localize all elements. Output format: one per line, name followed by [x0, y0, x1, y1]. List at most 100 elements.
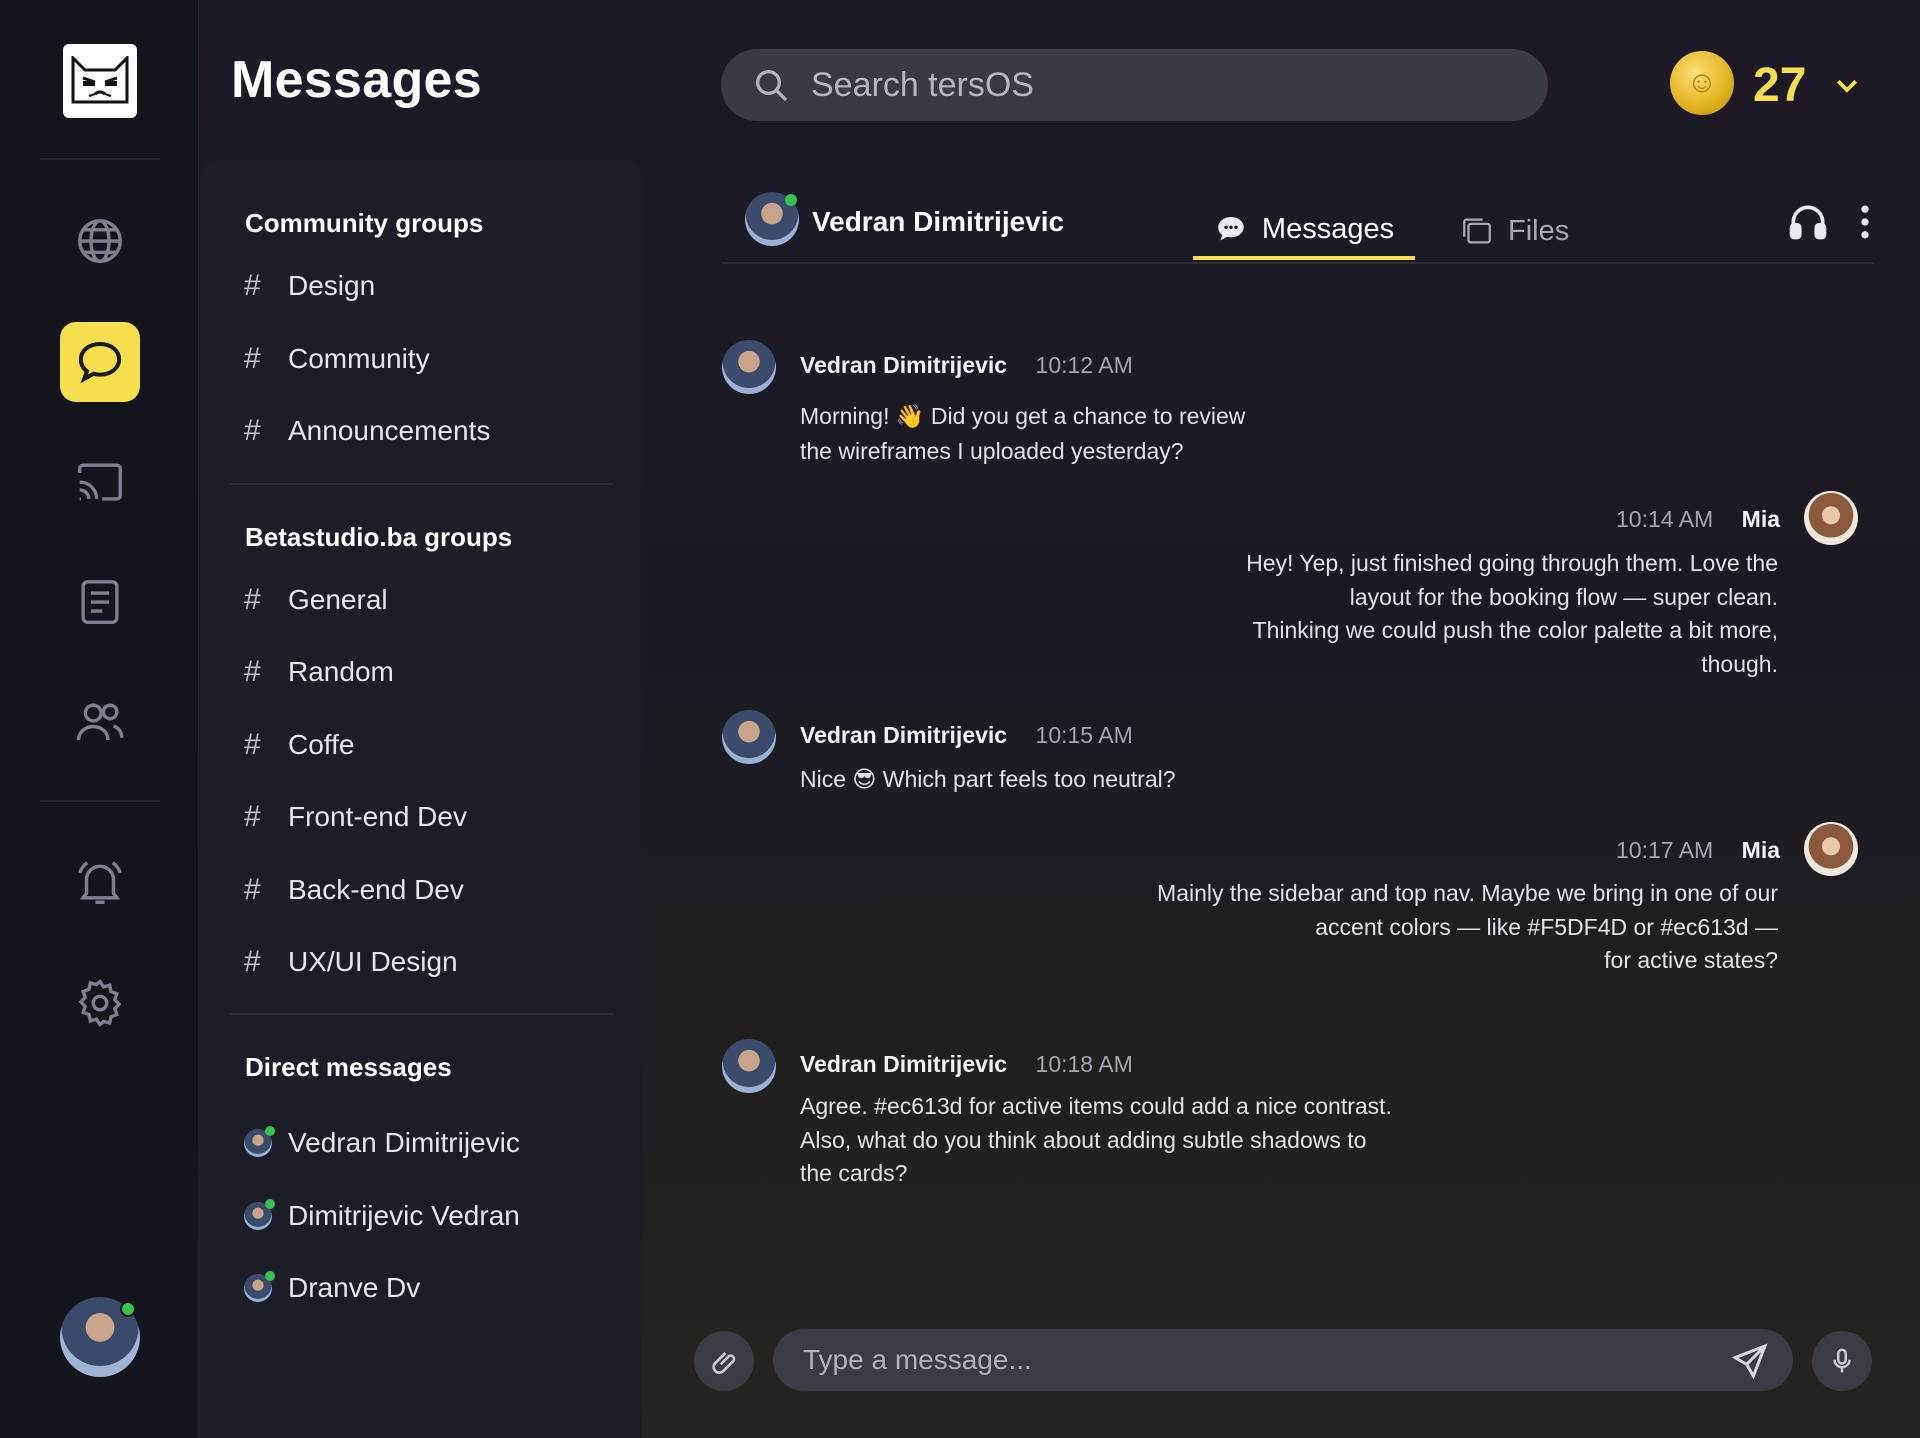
chat-header: Vedran Dimitrijevic Messages Files [722, 192, 1874, 264]
channel-item[interactable]: # Random [244, 647, 394, 697]
message-time: 10:15 AM [1035, 722, 1133, 748]
dm-item[interactable]: Dranve Dv [244, 1263, 420, 1313]
dm-label: Dimitrijevic Vedran [288, 1200, 520, 1231]
search-input[interactable] [811, 65, 1491, 105]
hash-icon: # [244, 269, 261, 302]
cast-icon [78, 463, 122, 501]
avatar [722, 340, 776, 394]
people-nav-button[interactable] [60, 682, 140, 762]
cast-nav-button[interactable] [60, 442, 140, 522]
hash-icon: # [244, 583, 261, 616]
channel-item[interactable]: # Coffe [244, 720, 354, 770]
channel-item[interactable]: # Announcements [244, 406, 490, 456]
send-icon[interactable] [1730, 1341, 1770, 1381]
chevron-down-icon[interactable] [1832, 70, 1862, 100]
dm-label: Vedran Dimitrijevic [288, 1127, 520, 1158]
hash-icon: # [244, 728, 261, 761]
channel-item[interactable]: # General [244, 575, 388, 625]
contact-name: Vedran Dimitrijevic [812, 206, 1065, 237]
channel-label: Announcements [288, 415, 491, 446]
avatar [244, 1271, 275, 1302]
message-time: 10:14 AM [1616, 506, 1714, 532]
cat-logo-icon [71, 56, 129, 104]
section-divider [230, 1013, 614, 1015]
search-bar[interactable] [721, 49, 1548, 121]
online-status-dot [265, 1199, 275, 1209]
chat-bubble-icon [78, 341, 122, 384]
avatar [1804, 491, 1858, 545]
notifications-nav-button[interactable] [60, 842, 140, 922]
hash-icon: # [244, 414, 261, 447]
rail-divider [40, 800, 160, 802]
message-text: Morning! 👋 Did you get a chance to revie… [800, 403, 1246, 464]
online-status-dot [265, 1271, 275, 1281]
avatar [1804, 822, 1858, 876]
coin-count: 27 [1753, 59, 1807, 112]
tab-messages[interactable]: Messages [1193, 202, 1415, 260]
more-vertical-icon[interactable] [1855, 200, 1875, 244]
message-text: Agree. #ec613d for active items could ad… [800, 1093, 1392, 1186]
hash-icon: # [244, 342, 261, 375]
channel-label: General [288, 584, 388, 615]
paperclip-icon [712, 1352, 736, 1374]
globe-icon [78, 219, 122, 263]
message-text: Hey! Yep, just finished going through th… [1246, 550, 1778, 677]
message-time: 10:12 AM [1035, 352, 1133, 378]
channel-label: Back-end Dev [288, 874, 464, 905]
message-sender: Vedran Dimitrijevic [800, 722, 1008, 748]
avatar [244, 1126, 275, 1157]
rail-divider [40, 158, 160, 160]
channel-label: UX/UI Design [288, 946, 458, 977]
gear-icon [78, 979, 122, 1027]
message-sender: Vedran Dimitrijevic [800, 1051, 1008, 1077]
voice-button[interactable] [1812, 1331, 1872, 1391]
current-user-avatar[interactable] [60, 1297, 140, 1377]
message-composer [694, 1329, 1872, 1395]
message-text: Mainly the sidebar and top nav. Maybe we… [1157, 880, 1778, 973]
document-icon [81, 580, 119, 624]
hash-icon: # [244, 945, 261, 978]
community-groups-title: Community groups [245, 208, 484, 238]
beta-groups-title: Betastudio.ba groups [245, 522, 513, 552]
channel-label: Front-end Dev [288, 801, 467, 832]
tab-label: Messages [1261, 212, 1395, 245]
direct-messages-title: Direct messages [245, 1052, 452, 1082]
message-sender: Mia [1741, 837, 1780, 863]
settings-nav-button[interactable] [60, 963, 140, 1043]
channel-item[interactable]: # Design [244, 261, 375, 311]
hash-icon: # [244, 873, 261, 906]
dm-item[interactable]: Dimitrijevic Vedran [244, 1191, 520, 1241]
avatar [244, 1199, 275, 1230]
headphones-icon[interactable] [1786, 200, 1830, 244]
message-input[interactable] [773, 1329, 1793, 1391]
message-time: 10:17 AM [1616, 837, 1714, 863]
avatar [722, 710, 776, 764]
search-icon [756, 70, 788, 102]
messages-nav-button[interactable] [60, 322, 140, 402]
chat-bubble-icon [1218, 216, 1244, 241]
channel-item[interactable]: # Community [244, 334, 430, 384]
channel-item[interactable]: # UX/UI Design [244, 937, 458, 987]
dm-item[interactable]: Vedran Dimitrijevic [244, 1118, 520, 1168]
online-status-dot [265, 1126, 275, 1136]
groups-panel: Community groups # Design # Community # Ann… [200, 160, 642, 1438]
hash-icon: # [244, 655, 261, 688]
contact-avatar[interactable] [745, 192, 799, 246]
tab-files[interactable]: Files [1460, 202, 1569, 260]
channel-label: Random [288, 656, 394, 687]
attach-button[interactable] [694, 1331, 754, 1391]
globe-nav-button[interactable] [60, 201, 140, 281]
channel-item[interactable]: # Back-end Dev [244, 865, 464, 915]
icon-rail [0, 0, 199, 1438]
users-icon [76, 703, 124, 741]
notes-nav-button[interactable] [60, 562, 140, 642]
hash-icon: # [244, 800, 261, 833]
message-time: 10:18 AM [1035, 1051, 1133, 1077]
channel-item[interactable]: # Front-end Dev [244, 792, 467, 842]
section-divider [230, 483, 614, 485]
dm-label: Dranve Dv [288, 1272, 421, 1303]
online-status-dot [120, 1301, 136, 1317]
message-sender: Vedran Dimitrijevic [800, 352, 1008, 378]
app-logo[interactable] [63, 44, 137, 118]
coin-icon: ☺ [1670, 51, 1734, 115]
